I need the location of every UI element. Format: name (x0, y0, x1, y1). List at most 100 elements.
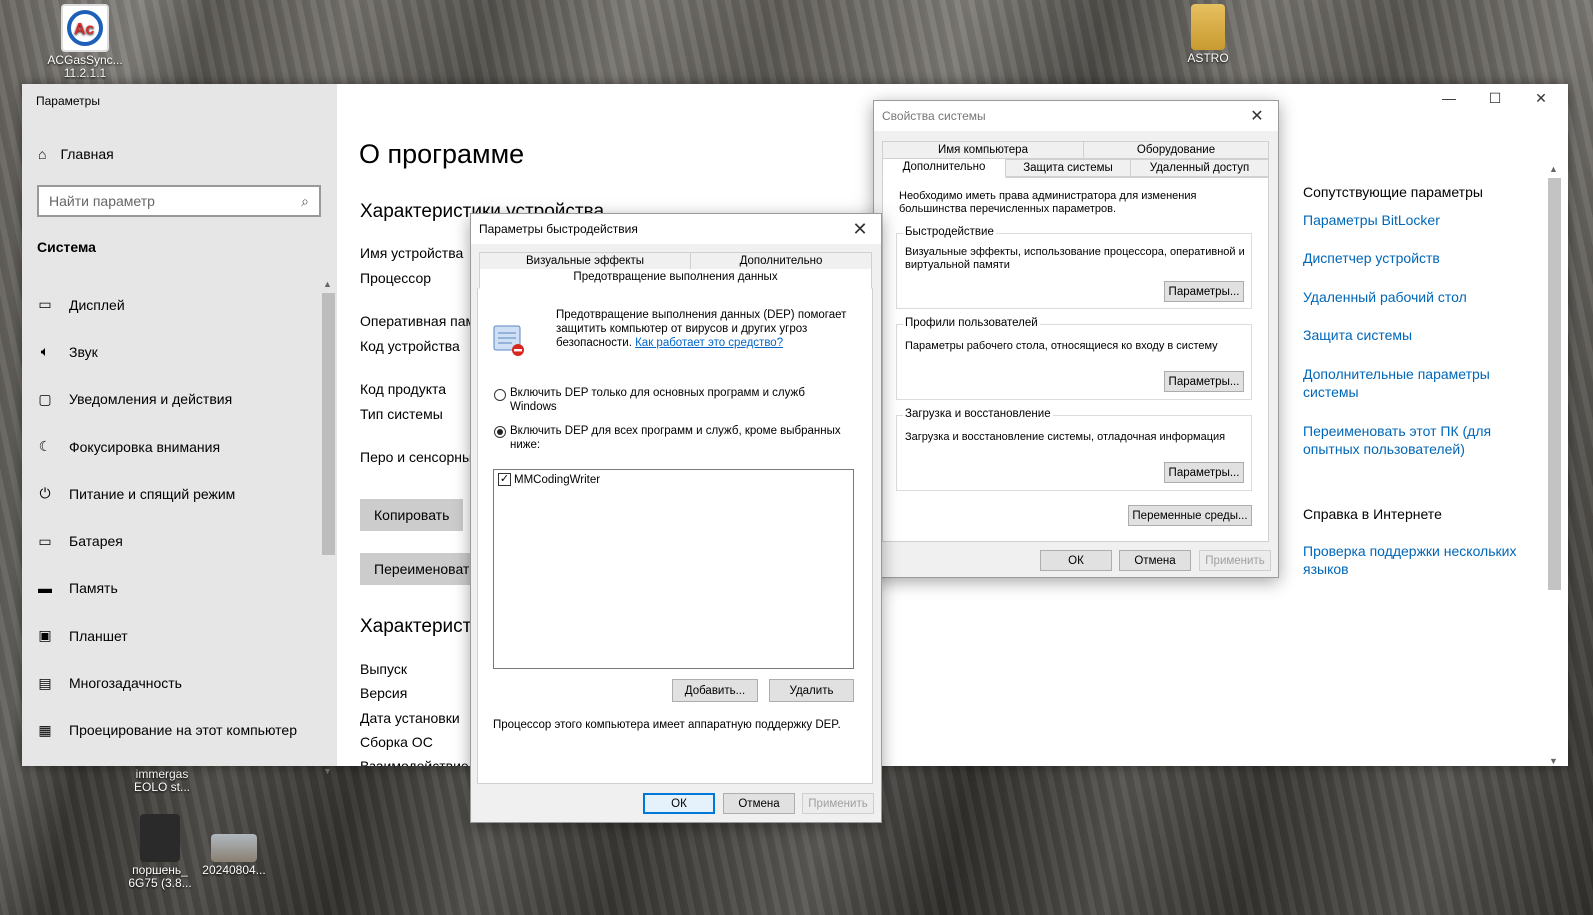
display-icon: ▭ (38, 296, 52, 313)
advanced-tab-panel: Необходимо иметь права администратора дл… (882, 177, 1269, 542)
performance-options-dialog: Параметры быстродействия ✕ Визуальные эф… (470, 213, 882, 823)
scroll-up-icon[interactable]: ▲ (323, 279, 332, 289)
sidebar-item-label: Звук (69, 343, 98, 360)
startup-recovery-group: Загрузка и восстановление Загрузка и вос… (896, 408, 1252, 491)
sidebar-item-label: Многозадачность (69, 675, 182, 692)
ok-button[interactable]: ОК (643, 793, 715, 814)
scrollbar-thumb[interactable] (1548, 178, 1561, 590)
dep-shield-icon (492, 324, 526, 358)
search-input[interactable]: Найти параметр ⌕ (37, 185, 321, 217)
tablet-icon: ▣ (38, 627, 52, 644)
desktop-icon-piston[interactable]: поршень_ 6G75 (3.8... (120, 814, 200, 890)
desktop-icon-label: ASTRO (1187, 51, 1229, 65)
tab-remote[interactable]: Удаленный доступ (1130, 159, 1269, 177)
sidebar-item-battery[interactable]: ▭ Батарея (37, 517, 297, 564)
tab-hardware[interactable]: Оборудование (1083, 141, 1269, 159)
desktop-icon-label: поршень_ 6G75 (3.8... (128, 863, 192, 890)
cancel-button[interactable]: Отмена (1119, 550, 1191, 571)
tab-visual-effects[interactable]: Визуальные эффекты (479, 252, 691, 270)
notifications-icon: ▢ (38, 390, 52, 407)
sidebar-item-tablet[interactable]: ▣ Планшет (37, 612, 297, 659)
tab-computer-name[interactable]: Имя компьютера (882, 141, 1084, 159)
list-item-checkbox[interactable]: ✓ (498, 473, 511, 486)
sidebar-item-multitasking[interactable]: ▤ Многозадачность (37, 659, 297, 706)
close-icon[interactable]: ✕ (1244, 106, 1270, 126)
sidebar-item-focus-assist[interactable]: ☾ Фокусировка внимания (37, 423, 297, 470)
sidebar-nav: ▭ Дисплей 🔈︎ Звук ▢ Уведомления и действия … (37, 281, 297, 754)
dep-all-radio[interactable] (494, 426, 506, 438)
sidebar-scrollbar[interactable]: ▲ ▼ (320, 279, 336, 776)
dep-description: Предотвращение выполнения данных (DEP) п… (556, 308, 866, 350)
app-title: Параметры (36, 94, 100, 108)
device-id-label: Код устройства (360, 338, 460, 354)
environment-variables-button[interactable]: Переменные среды... (1128, 505, 1252, 526)
sidebar-item-storage[interactable]: ▬ Память (37, 565, 297, 612)
rename-pc-advanced-link[interactable]: Переименовать этот ПК (для опытных польз… (1303, 422, 1533, 458)
multitasking-icon: ▤ (38, 674, 52, 691)
photo-file-icon (211, 834, 257, 862)
home-nav-item[interactable]: ⌂ Главная (38, 146, 114, 162)
user-profiles-group-text: Параметры рабочего стола, относящиеся ко… (905, 340, 1218, 352)
version-label: Версия (360, 685, 408, 701)
system-properties-dialog: Свойства системы ✕ Имя компьютера Оборуд… (873, 100, 1279, 578)
close-button[interactable]: ✕ (1518, 90, 1564, 107)
advanced-system-settings-link[interactable]: Дополнительные параметры системы (1303, 365, 1533, 401)
dep-essential-radio[interactable] (494, 389, 506, 401)
apply-button[interactable]: Применить (802, 793, 874, 814)
language-support-link[interactable]: Проверка поддержки нескольких языков (1303, 542, 1533, 578)
sidebar-item-power[interactable]: ⏻ Питание и спящий режим (37, 470, 297, 517)
experience-label: Взаимодействие (360, 758, 469, 766)
user-profiles-settings-button[interactable]: Параметры... (1164, 371, 1244, 392)
sidebar-item-notifications[interactable]: ▢ Уведомления и действия (37, 376, 297, 423)
scrollbar-thumb[interactable] (322, 293, 335, 555)
desktop-icon-astro[interactable]: ASTRO (1168, 4, 1248, 65)
sidebar-item-label: Фокусировка внимания (69, 438, 221, 455)
performance-settings-button[interactable]: Параметры... (1164, 281, 1244, 302)
admin-note: Необходимо иметь права администратора дл… (899, 190, 1197, 215)
dialog-titlebar: Параметры быстродействия ✕ (471, 214, 881, 244)
startup-recovery-settings-button[interactable]: Параметры... (1164, 462, 1244, 483)
sidebar-item-sound[interactable]: 🔈︎ Звук (37, 328, 297, 375)
dep-help-link[interactable]: Как работает это средство? (635, 337, 783, 349)
settings-sidebar: Параметры ⌂ Главная Найти параметр ⌕ Сис… (22, 84, 337, 776)
remove-button[interactable]: Удалить (769, 679, 854, 702)
dep-all-label[interactable]: Включить DEP для всех программ и служб, … (510, 424, 860, 452)
storage-icon: ▬ (38, 580, 52, 597)
list-item[interactable]: ✓ MMCodingWriter (498, 473, 600, 486)
sidebar-item-display[interactable]: ▭ Дисплей (37, 281, 297, 328)
sidebar-item-projecting[interactable]: ▦ Проецирование на этот компьютер (37, 707, 297, 754)
ram-label: Оперативная пам (360, 313, 476, 329)
device-manager-link[interactable]: Диспетчер устройств (1303, 249, 1533, 267)
tab-dep[interactable]: Предотвращение выполнения данных (479, 269, 872, 289)
desktop-icon-acgassync[interactable]: Ac ACGasSync... 11.2.1.1 (45, 4, 125, 80)
bitlocker-link[interactable]: Параметры BitLocker (1303, 211, 1533, 229)
tab-advanced[interactable]: Дополнительно (882, 158, 1006, 178)
folder-icon (1191, 4, 1225, 50)
tab-system-protection[interactable]: Защита системы (1005, 159, 1131, 177)
maximize-button[interactable]: ☐ (1472, 90, 1518, 107)
add-button[interactable]: Добавить... (672, 679, 758, 702)
copy-button[interactable]: Копировать (360, 499, 464, 531)
page-title: О программе (359, 139, 525, 169)
desktop-icon-immergas[interactable]: immergas EOLO st... (122, 768, 202, 794)
content-scrollbar[interactable]: ▲ ▼ (1546, 156, 1562, 766)
system-protection-link[interactable]: Защита системы (1303, 326, 1533, 344)
dep-exceptions-list[interactable]: ✓ MMCodingWriter (493, 469, 854, 669)
scroll-up-icon[interactable]: ▲ (1549, 164, 1558, 174)
close-icon[interactable]: ✕ (847, 219, 873, 240)
tab-advanced[interactable]: Дополнительно (690, 252, 872, 270)
ok-button[interactable]: ОК (1040, 550, 1112, 571)
dep-essential-label[interactable]: Включить DEP только для основных програм… (510, 386, 830, 414)
cancel-button[interactable]: Отмена (723, 793, 795, 814)
image-file-icon (140, 814, 180, 862)
apply-button[interactable]: Применить (1199, 550, 1271, 571)
desktop-icon-photo[interactable]: 20240804... (194, 834, 274, 877)
scroll-down-icon[interactable]: ▼ (323, 766, 332, 776)
remote-desktop-link[interactable]: Удаленный рабочий стол (1303, 288, 1533, 306)
minimize-button[interactable]: — (1426, 90, 1472, 106)
sidebar-item-label: Планшет (69, 627, 128, 644)
os-build-label: Сборка ОС (360, 734, 433, 750)
product-id-label: Код продукта (360, 381, 447, 397)
scroll-down-icon[interactable]: ▼ (1549, 756, 1558, 766)
install-date-label: Дата установки (360, 710, 460, 726)
